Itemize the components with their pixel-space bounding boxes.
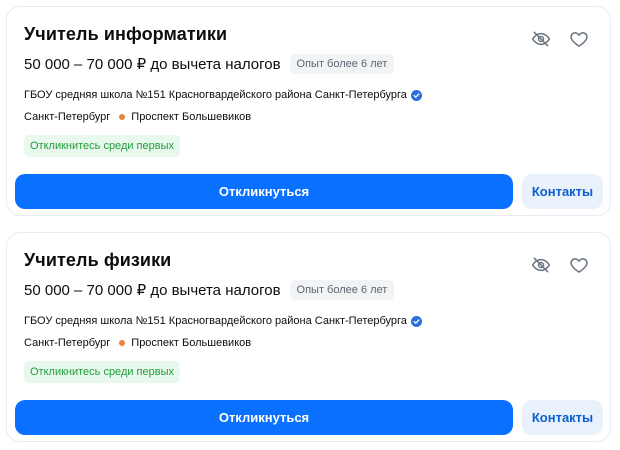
eye-off-icon [531, 31, 551, 47]
respond-early-badge: Откликнитесь среди первых [24, 135, 180, 157]
favorite-button[interactable] [567, 27, 591, 51]
employer-name[interactable]: ГБОУ средняя школа №151 Красногвардейско… [24, 89, 407, 101]
vacancy-title[interactable]: Учитель информатики [24, 24, 227, 45]
employer-name[interactable]: ГБОУ средняя школа №151 Красногвардейско… [24, 315, 407, 327]
contacts-button[interactable]: Контакты [522, 400, 603, 435]
respond-button[interactable]: Откликнуться [15, 174, 513, 209]
vacancy-card[interactable]: Учитель информатики 50 000 – 70 000 ₽ до… [6, 6, 611, 216]
heart-icon [570, 32, 588, 47]
location-row: Санкт-Петербург Проспект Большевиков [24, 109, 251, 125]
vacancy-title[interactable]: Учитель физики [24, 250, 171, 271]
experience-badge: Опыт более 6 лет [289, 280, 395, 300]
location-row: Санкт-Петербург Проспект Большевиков [24, 335, 251, 351]
vacancy-card[interactable]: Учитель физики 50 000 – 70 000 ₽ до выче… [6, 232, 611, 442]
eye-off-icon [531, 257, 551, 273]
verified-check-icon [410, 315, 422, 327]
metro-dot-icon [119, 340, 126, 346]
salary-row: 50 000 – 70 000 ₽ до вычета налогов Опыт… [24, 279, 395, 301]
respond-button[interactable]: Откликнуться [15, 400, 513, 435]
employer-row: ГБОУ средняя школа №151 Красногвардейско… [24, 87, 422, 103]
respond-early-badge: Откликнитесь среди первых [24, 361, 180, 383]
metro-dot-icon [119, 114, 126, 120]
salary: 50 000 – 70 000 ₽ до вычета налогов [24, 56, 281, 73]
salary: 50 000 – 70 000 ₽ до вычета налогов [24, 282, 281, 299]
salary-row: 50 000 – 70 000 ₽ до вычета налогов Опыт… [24, 53, 395, 75]
city: Санкт-Петербург [24, 111, 111, 123]
heart-icon [570, 258, 588, 273]
favorite-button[interactable] [567, 253, 591, 277]
experience-badge: Опыт более 6 лет [289, 54, 395, 74]
vacancy-list: Учитель информатики 50 000 – 70 000 ₽ до… [0, 0, 620, 450]
metro-station: Проспект Большевиков [131, 111, 252, 123]
metro-station: Проспект Большевиков [131, 337, 252, 349]
city: Санкт-Петербург [24, 337, 111, 349]
verified-check-icon [410, 89, 422, 101]
hide-vacancy-button[interactable] [529, 27, 553, 51]
employer-row: ГБОУ средняя школа №151 Красногвардейско… [24, 313, 422, 329]
contacts-button[interactable]: Контакты [522, 174, 603, 209]
hide-vacancy-button[interactable] [529, 253, 553, 277]
